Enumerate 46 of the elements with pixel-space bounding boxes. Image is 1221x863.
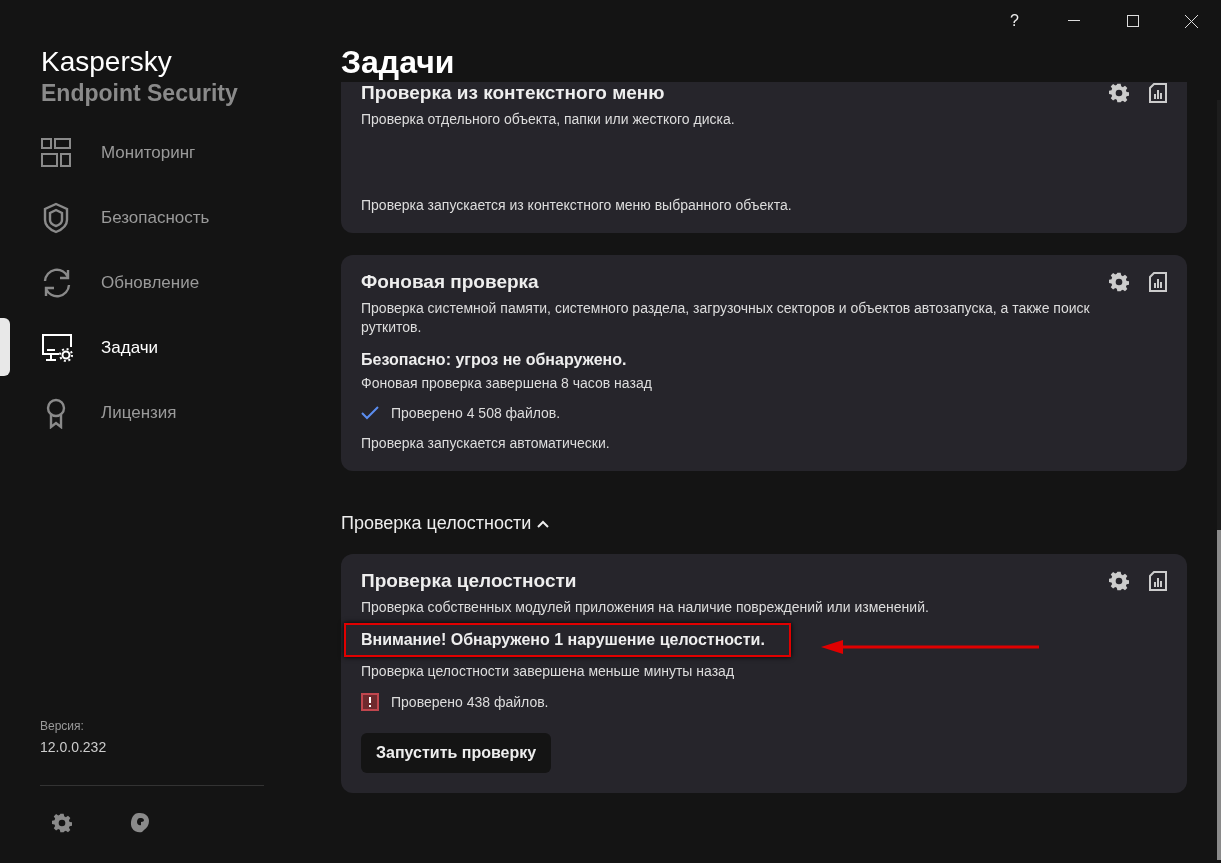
refresh-icon [41, 267, 73, 298]
settings-icon[interactable] [1109, 272, 1129, 292]
settings-icon[interactable] [1109, 83, 1129, 103]
card-note: Проверка запускается из контекстного меню выбранного объекта. [361, 197, 793, 213]
monitor-gear-icon [41, 332, 73, 363]
status-heading: Безопасно: угроз не обнаружено. [361, 351, 627, 369]
report-icon[interactable] [1149, 272, 1167, 292]
sidebar-item[interactable]: Мониторинг [0, 120, 320, 185]
brand-name: Kaspersky [40, 46, 173, 78]
product-name: Endpoint Security [40, 79, 239, 108]
card-title: Фоновая проверка [361, 271, 540, 293]
dashboard-icon [41, 137, 71, 168]
sidebar-item[interactable]: Лицензия [0, 380, 320, 445]
scrollbar-thumb[interactable] [1217, 530, 1221, 860]
sidebar-item[interactable]: Безопасность [0, 185, 320, 250]
selection-indicator [0, 318, 10, 376]
scan-result: Проверено 438 файлов. [391, 694, 549, 710]
settings-icon[interactable] [1109, 571, 1129, 591]
shield-icon [41, 201, 71, 234]
scan-result: Проверено 4 508 файлов. [391, 405, 561, 421]
error-icon [361, 693, 379, 711]
checkmark-icon [361, 406, 379, 420]
page-title: Задачи [341, 43, 456, 82]
card-title: Проверка целостности [361, 570, 578, 592]
sidebar-item[interactable]: Обновление [0, 250, 320, 315]
report-icon[interactable] [1149, 83, 1167, 103]
report-icon[interactable] [1149, 571, 1167, 591]
help-button[interactable]: ? [985, 12, 1044, 30]
section-header[interactable]: Проверка целостности [341, 513, 532, 534]
card-description: Проверка системной памяти, системного раздела, загрузочных секторов и объектов автозапуска, а также поиск руткитов. [361, 299, 1091, 337]
card-note: Проверка запускается автоматически. [361, 435, 611, 451]
highlighted-status: Внимание! Обнаружено 1 нарушение целостности. [344, 623, 791, 657]
status-time: Проверка целостности завершена меньше минуты назад [361, 663, 736, 679]
status-time: Фоновая проверка завершена 8 часов назад [361, 375, 653, 391]
version-label: Версия: [39, 719, 85, 733]
start-scan-button[interactable]: Запустить проверку [361, 733, 552, 773]
sidebar-item[interactable]: Задачи [0, 315, 320, 380]
card-description: Проверка отдельного объекта, папки или жесткого диска. [361, 110, 736, 129]
maximize-icon[interactable] [1126, 15, 1139, 27]
settings-icon[interactable] [52, 812, 72, 833]
card-description: Проверка собственных модулей приложения на наличие повреждений или изменений. [361, 598, 930, 617]
chevron-icon[interactable] [537, 519, 550, 528]
minimize-icon[interactable] [1067, 20, 1080, 22]
close-icon[interactable] [1185, 14, 1198, 28]
version-number: 12.0.0.232 [39, 739, 108, 755]
card-title: Проверка из контекстного меню [361, 82, 666, 104]
